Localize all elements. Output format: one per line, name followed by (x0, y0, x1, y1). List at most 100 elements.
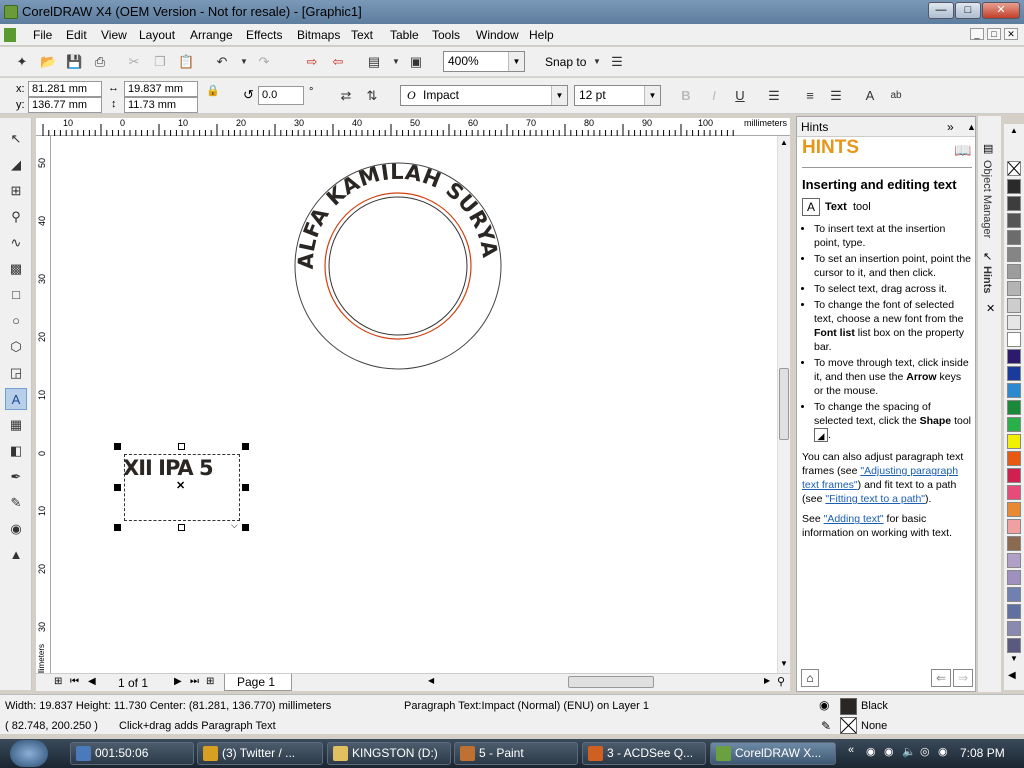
font-list-select[interactable]: O Impact ▼ (400, 85, 568, 106)
forward-icon[interactable]: ⇒ (953, 669, 973, 687)
basic-shapes-tool-icon[interactable]: ◲ (5, 362, 27, 384)
doc-restore-button[interactable]: □ (987, 28, 1001, 40)
palette-scroll-down-icon[interactable]: ▼ (1010, 654, 1018, 663)
crop-tool-icon[interactable]: ⊞ (5, 180, 27, 202)
menu-arrange[interactable]: Arrange (190, 28, 233, 42)
launcher-dropdown-icon[interactable]: ▼ (388, 54, 404, 70)
scroll-thumb[interactable] (779, 368, 789, 440)
menu-text[interactable]: Text (351, 28, 373, 42)
vertical-ruler[interactable]: 50 40 30 20 10 0 10 20 30 millimeters (36, 136, 51, 691)
home-icon[interactable]: ⌂ (801, 669, 819, 687)
expand-icon[interactable]: » (947, 117, 954, 137)
zoom-level-select[interactable]: 400% ▼ (443, 51, 525, 72)
app-icon[interactable] (4, 5, 18, 19)
color-swatch[interactable] (1007, 383, 1021, 398)
paste-icon[interactable]: 📋 (178, 54, 194, 70)
selection-handle[interactable] (242, 484, 249, 491)
height-field[interactable]: 11.73 mm (124, 97, 198, 113)
selection-handle[interactable] (178, 524, 185, 531)
color-swatch[interactable] (1007, 349, 1021, 364)
volume-icon[interactable]: 🔈 (902, 745, 916, 758)
color-swatch[interactable] (1007, 485, 1021, 500)
color-swatch[interactable] (1007, 315, 1021, 330)
polygon-tool-icon[interactable]: ⬡ (5, 336, 27, 358)
add-page-after-icon[interactable]: ⊞ (206, 676, 214, 687)
adding-text-link[interactable]: "Adding text" (824, 513, 884, 525)
open-icon[interactable]: 📂 (40, 54, 56, 70)
text-flow-tab-icon[interactable]: ⌵ (231, 520, 238, 531)
undo-dropdown-icon[interactable]: ▼ (236, 54, 252, 70)
text-tool-icon[interactable]: A (5, 388, 27, 410)
color-swatch[interactable] (1007, 247, 1021, 262)
restore-button[interactable]: □ (955, 2, 981, 19)
taskbar-item[interactable]: 001:50:06 (70, 742, 194, 765)
horizontal-scroll-thumb[interactable] (568, 676, 654, 688)
drawing-canvas[interactable]: ZALFA KAMILAH SURYANI XII IPA 5 ✕ ⌵ (51, 136, 777, 673)
color-swatch[interactable] (1007, 213, 1021, 228)
color-swatch[interactable] (1007, 519, 1021, 534)
tray-app-icon[interactable]: ◉ (938, 745, 948, 758)
copy-icon[interactable]: ❐ (152, 54, 168, 70)
font-size-select[interactable]: 12 pt ▼ (574, 85, 661, 106)
menu-view[interactable]: View (101, 28, 127, 42)
menu-file[interactable]: File (33, 28, 52, 42)
doc-minimize-button[interactable]: _ (970, 28, 984, 40)
last-page-icon[interactable]: ⏭ (190, 676, 199, 687)
menu-table[interactable]: Table (390, 28, 419, 42)
taskbar-item[interactable]: (3) Twitter / ... (197, 742, 323, 765)
no-color-swatch[interactable] (1007, 161, 1021, 176)
doc-close-button[interactable]: ✕ (1004, 28, 1018, 40)
page-tab[interactable]: Page 1 (224, 674, 292, 691)
mirror-vertical-icon[interactable]: ⇅ (364, 88, 380, 104)
color-swatch[interactable] (1007, 196, 1021, 211)
palette-flyout-icon[interactable]: ◀ (1008, 670, 1016, 681)
help-book-icon[interactable]: 📖 (954, 143, 971, 157)
application-launcher-icon[interactable]: ▤ (366, 54, 382, 70)
undo-icon[interactable]: ↶ (214, 54, 230, 70)
smart-fill-tool-icon[interactable]: ▩ (5, 258, 27, 280)
import-icon[interactable]: ⇨ (304, 54, 320, 70)
taskbar-item[interactable]: KINGSTON (D:) (327, 742, 451, 765)
export-icon[interactable]: ⇦ (330, 54, 346, 70)
snap-to-label[interactable]: Snap to (545, 55, 586, 69)
fitting-text-link[interactable]: "Fitting text to a path" (825, 493, 925, 505)
tab-object-manager[interactable]: Object Manager (981, 160, 993, 238)
selection-handle[interactable] (114, 524, 121, 531)
y-position-field[interactable]: 136.77 mm (28, 97, 102, 113)
taskbar-item[interactable]: CorelDRAW X... (710, 742, 836, 765)
taskbar-item[interactable]: 5 - Paint (454, 742, 578, 765)
color-swatch[interactable] (1007, 417, 1021, 432)
rotation-field[interactable]: 0.0 (258, 86, 304, 105)
bullets-icon[interactable]: ≡ (802, 88, 818, 104)
zoom-tool-icon[interactable]: ⚲ (5, 206, 27, 228)
color-swatch[interactable] (1007, 638, 1021, 653)
next-page-icon[interactable]: ▶ (174, 676, 182, 687)
drop-cap-icon[interactable]: ☰ (828, 88, 844, 104)
width-field[interactable]: 19.837 mm (124, 81, 198, 97)
horizontal-alignment-icon[interactable]: ☰ (766, 88, 782, 104)
close-button[interactable]: ✕ (982, 2, 1020, 19)
selection-handle[interactable] (178, 443, 185, 450)
interactive-fill-tool-icon[interactable]: ▲ (5, 544, 27, 566)
color-swatch[interactable] (1007, 621, 1021, 636)
fill-color-swatch[interactable] (840, 698, 857, 715)
outline-color-swatch[interactable] (840, 717, 857, 734)
color-swatch[interactable] (1007, 604, 1021, 619)
selection-handle[interactable] (242, 524, 249, 531)
eyedropper-tool-icon[interactable]: ✒ (5, 466, 27, 488)
color-swatch[interactable] (1007, 230, 1021, 245)
vertical-scrollbar[interactable]: ▲ ▼ (777, 136, 790, 673)
color-swatch[interactable] (1007, 281, 1021, 296)
menu-edit[interactable]: Edit (66, 28, 87, 42)
first-page-icon[interactable]: ⏮ (70, 676, 79, 687)
rectangle-tool-icon[interactable]: □ (5, 284, 27, 306)
color-swatch[interactable] (1007, 400, 1021, 415)
prev-page-icon[interactable]: ◀ (88, 676, 96, 687)
italic-icon[interactable]: I (706, 88, 722, 104)
print-icon[interactable]: ⎙ (92, 54, 108, 70)
menu-tools[interactable]: Tools (432, 28, 460, 42)
network-icon[interactable]: ◎ (920, 745, 930, 758)
color-swatch[interactable] (1007, 536, 1021, 551)
taskbar-item[interactable]: 3 - ACDSee Q... (582, 742, 706, 765)
save-icon[interactable]: 💾 (66, 54, 82, 70)
